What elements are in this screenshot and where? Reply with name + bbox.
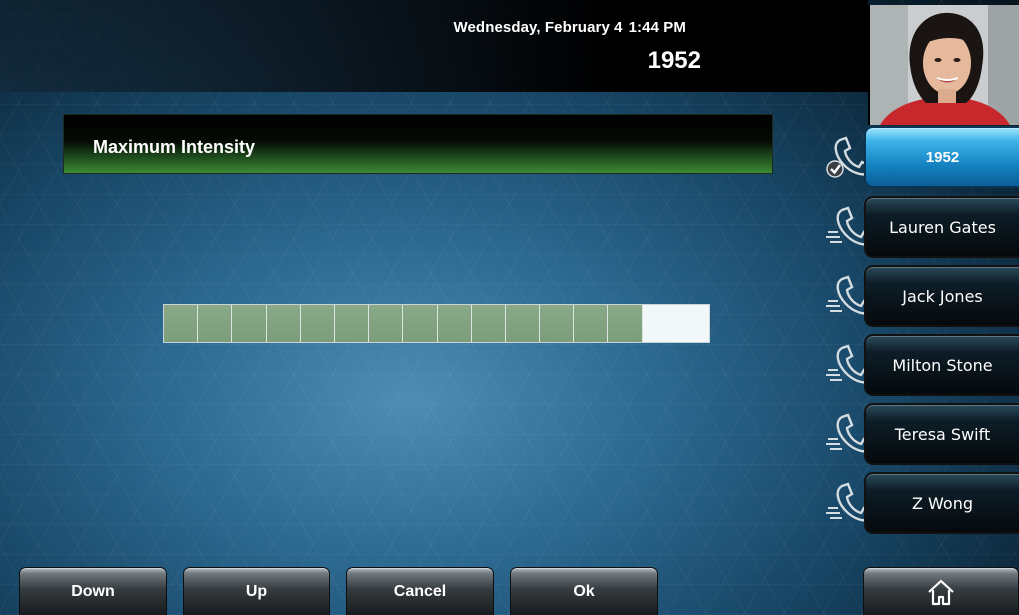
home-icon — [928, 579, 954, 605]
intensity-segment — [471, 305, 506, 342]
home-button[interactable] — [863, 567, 1019, 615]
line-row-milton-stone[interactable]: Milton Stone — [826, 334, 1019, 396]
cancel-button[interactable]: Cancel — [346, 567, 494, 615]
ok-button[interactable]: Ok — [510, 567, 658, 615]
intensity-segment — [334, 305, 370, 342]
intensity-segment — [266, 305, 301, 342]
avatar-photo — [870, 5, 1019, 125]
intensity-meter[interactable] — [163, 304, 710, 343]
intensity-segment — [232, 305, 267, 342]
line-row-lauren-gates[interactable]: Lauren Gates — [826, 196, 1019, 258]
line-key-z-wong[interactable]: Z Wong — [864, 472, 1019, 534]
intensity-segment — [608, 305, 643, 342]
intensity-segment — [198, 305, 233, 342]
line-row-z-wong[interactable]: Z Wong — [826, 472, 1019, 534]
intensity-segment — [164, 305, 199, 342]
down-button[interactable]: Down — [19, 567, 167, 615]
status-datetime: Wednesday, February 4 1:44 PM — [454, 19, 687, 36]
intensity-segment — [540, 305, 575, 342]
line-key-lauren-gates[interactable]: Lauren Gates — [864, 196, 1019, 258]
line-key-jack-jones[interactable]: Jack Jones — [864, 265, 1019, 327]
status-bar: Wednesday, February 4 1:44 PM 1952 — [0, 0, 868, 92]
line-row-1952[interactable]: 1952 — [826, 126, 1019, 188]
intensity-segment — [437, 305, 472, 342]
phone-screen: Wednesday, February 4 1:44 PM 1952 Maximu… — [0, 0, 1019, 615]
status-date: Wednesday, February 4 — [453, 19, 623, 36]
line-row-teresa-swift[interactable]: Teresa Swift — [826, 403, 1019, 465]
line-key-teresa-swift[interactable]: Teresa Swift — [864, 403, 1019, 465]
intensity-segment — [300, 305, 335, 342]
up-button[interactable]: Up — [183, 567, 330, 615]
status-time: 1:44 PM — [628, 19, 686, 36]
intensity-segment — [505, 305, 541, 342]
intensity-segment — [403, 305, 438, 342]
intensity-segment — [369, 305, 404, 342]
intensity-segment — [574, 305, 609, 342]
line-key-1952[interactable]: 1952 — [864, 126, 1019, 188]
line-key-milton-stone[interactable]: Milton Stone — [864, 334, 1019, 396]
user-avatar — [868, 5, 1019, 125]
screen-title-bar: Maximum Intensity — [63, 114, 773, 174]
status-line-number: 1952 — [647, 47, 701, 74]
line-row-jack-jones[interactable]: Jack Jones — [826, 265, 1019, 327]
screen-title: Maximum Intensity — [93, 137, 256, 157]
